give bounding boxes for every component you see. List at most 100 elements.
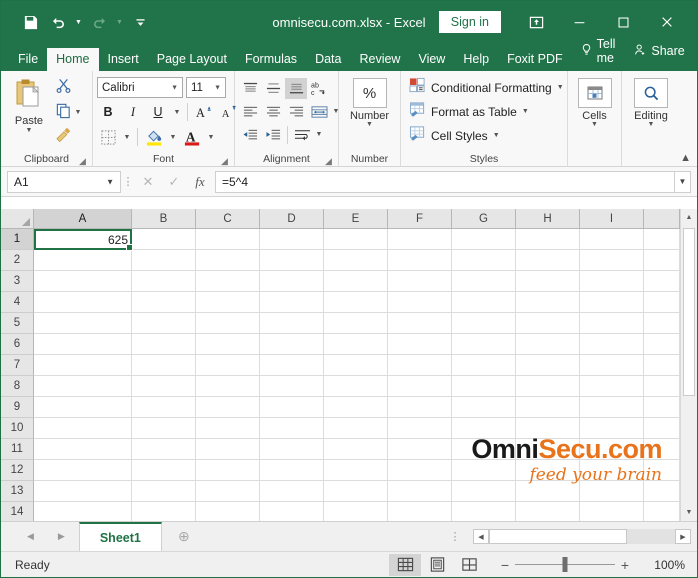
maximize-button[interactable] [601, 7, 645, 37]
decrease-indent-button[interactable] [239, 124, 261, 145]
cell-F6[interactable] [388, 334, 452, 355]
cell-H11[interactable] [516, 439, 580, 460]
cell-D13[interactable] [260, 481, 324, 502]
font-dialog-launcher[interactable]: ◢ [221, 156, 231, 166]
tab-view[interactable]: View [409, 48, 454, 72]
cell-C6[interactable] [196, 334, 260, 355]
cell-F11[interactable] [388, 439, 452, 460]
cell-E11[interactable] [324, 439, 388, 460]
scroll-up-arrow-icon[interactable]: ▲ [681, 209, 697, 226]
cell-B7[interactable] [132, 355, 196, 376]
cell-E9[interactable] [324, 397, 388, 418]
cell-E2[interactable] [324, 250, 388, 271]
align-right-button[interactable] [285, 101, 307, 122]
cell-B6[interactable] [132, 334, 196, 355]
center-align-button[interactable] [262, 101, 284, 122]
cell-B8[interactable] [132, 376, 196, 397]
cell-H7[interactable] [516, 355, 580, 376]
vertical-scroll-track[interactable] [681, 226, 697, 504]
cell-G11[interactable] [452, 439, 516, 460]
font-name-input[interactable]: Calibri ▼ [97, 77, 183, 98]
cell-G7[interactable] [452, 355, 516, 376]
cell-E3[interactable] [324, 271, 388, 292]
cell-G8[interactable] [452, 376, 516, 397]
close-button[interactable] [645, 7, 689, 37]
tab-help[interactable]: Help [454, 48, 498, 72]
select-all-corner[interactable] [1, 209, 34, 229]
cell-C14[interactable] [196, 502, 260, 521]
cut-button[interactable] [55, 77, 83, 99]
previous-sheet-icon[interactable]: ◀ [27, 531, 34, 542]
redo-icon[interactable] [86, 9, 112, 35]
cell-I9[interactable] [580, 397, 644, 418]
font-size-caret[interactable]: ▼ [214, 84, 221, 91]
scroll-left-arrow-icon[interactable]: ◀ [473, 529, 489, 544]
horizontal-scroll-track[interactable] [489, 529, 675, 544]
cell-G12[interactable] [452, 460, 516, 481]
cell-D7[interactable] [260, 355, 324, 376]
cell-D11[interactable] [260, 439, 324, 460]
cell-H8[interactable] [516, 376, 580, 397]
cell-B11[interactable] [132, 439, 196, 460]
undo-icon[interactable] [45, 9, 71, 35]
cell-F10[interactable] [388, 418, 452, 439]
cell-F4[interactable] [388, 292, 452, 313]
add-sheet-icon[interactable]: ⊕ [162, 522, 206, 551]
cell-G13[interactable] [452, 481, 516, 502]
cell-J12[interactable] [644, 460, 680, 481]
cell-A11[interactable] [34, 439, 132, 460]
zoom-in-button[interactable]: + [615, 557, 635, 573]
column-header-partial[interactable] [644, 209, 680, 229]
tab-review[interactable]: Review [350, 48, 409, 72]
cell-C9[interactable] [196, 397, 260, 418]
cell-H3[interactable] [516, 271, 580, 292]
cell-A13[interactable] [34, 481, 132, 502]
cell-I12[interactable] [580, 460, 644, 481]
formula-input[interactable]: =5^4 [215, 170, 675, 193]
cell-H2[interactable] [516, 250, 580, 271]
underline-button[interactable]: U [147, 101, 169, 123]
cell-G9[interactable] [452, 397, 516, 418]
tell-me-button[interactable]: Tell me [572, 32, 626, 71]
bottom-align-button[interactable] [285, 78, 307, 99]
cell-C12[interactable] [196, 460, 260, 481]
page-break-view-icon[interactable] [453, 554, 485, 576]
cell-C11[interactable] [196, 439, 260, 460]
cell-H6[interactable] [516, 334, 580, 355]
cell-I5[interactable] [580, 313, 644, 334]
cell-A10[interactable] [34, 418, 132, 439]
column-header-C[interactable]: C [196, 209, 260, 229]
cell-J14[interactable] [644, 502, 680, 521]
cell-G10[interactable] [452, 418, 516, 439]
format-painter-button[interactable] [55, 127, 83, 149]
tab-file[interactable]: File [9, 48, 47, 72]
row-header-8[interactable]: 8 [1, 376, 34, 397]
cell-A7[interactable] [34, 355, 132, 376]
cell-H9[interactable] [516, 397, 580, 418]
cell-A12[interactable] [34, 460, 132, 481]
cell-J11[interactable] [644, 439, 680, 460]
underline-dropdown-caret[interactable]: ▼ [172, 109, 182, 116]
share-button[interactable]: Share [625, 38, 694, 65]
font-color-dropdown-caret[interactable]: ▼ [206, 134, 216, 141]
cell-G1[interactable] [452, 229, 516, 250]
horizontal-scroll-thumb[interactable] [489, 529, 627, 544]
row-header-2[interactable]: 2 [1, 250, 34, 271]
cell-F5[interactable] [388, 313, 452, 334]
cell-I6[interactable] [580, 334, 644, 355]
cell-B2[interactable] [132, 250, 196, 271]
cell-H14[interactable] [516, 502, 580, 521]
tab-foxit-pdf[interactable]: Foxit PDF [498, 48, 572, 72]
editing-dropdown-caret[interactable]: ▼ [648, 121, 655, 128]
fill-color-dropdown-caret[interactable]: ▼ [168, 134, 178, 141]
cell-F9[interactable] [388, 397, 452, 418]
vertical-scroll-thumb[interactable] [683, 228, 695, 396]
next-sheet-icon[interactable]: ▶ [58, 531, 65, 542]
increase-indent-button[interactable] [262, 124, 284, 145]
collapse-ribbon-icon[interactable]: ▲ [680, 152, 691, 164]
row-header-4[interactable]: 4 [1, 292, 34, 313]
undo-dropdown-caret[interactable]: ▼ [73, 9, 84, 35]
cell-I11[interactable] [580, 439, 644, 460]
name-box-caret[interactable]: ▼ [106, 177, 114, 186]
cell-F1[interactable] [388, 229, 452, 250]
